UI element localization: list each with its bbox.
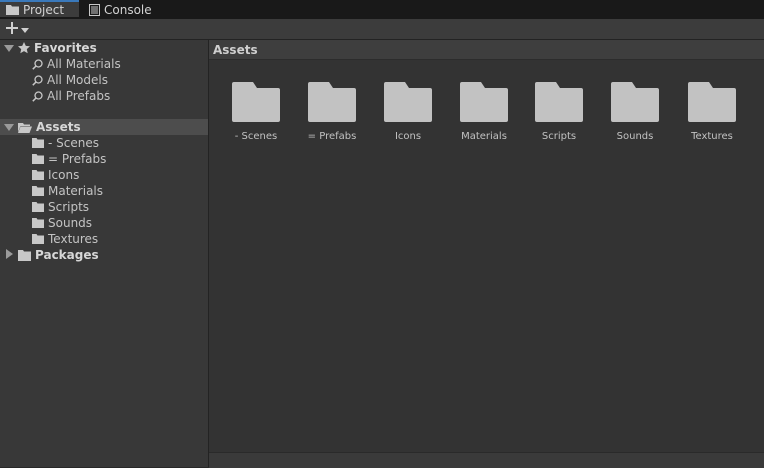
folder-icon <box>682 80 742 125</box>
folder-tile[interactable]: Materials <box>454 80 514 142</box>
breadcrumb[interactable]: Assets <box>209 40 764 60</box>
tab-console-label: Console <box>104 2 152 17</box>
folder-tile[interactable]: - Scenes <box>226 80 286 142</box>
folder-icon <box>32 202 44 212</box>
favorite-item[interactable]: All Materials <box>32 56 121 72</box>
tab-project-label: Project <box>23 2 65 17</box>
asset-folder-item[interactable]: Materials <box>32 183 103 199</box>
folder-icon <box>32 234 44 244</box>
folder-tile-label: Icons <box>394 131 422 142</box>
packages-row[interactable]: Packages <box>0 247 208 263</box>
asset-folder-label: Icons <box>48 168 80 182</box>
collapse-arrow-icon[interactable] <box>6 248 13 262</box>
favorites-label: Favorites <box>34 41 97 55</box>
favorite-item[interactable]: All Models <box>32 72 108 88</box>
asset-folder-item[interactable]: Sounds <box>32 215 92 231</box>
add-asset-button[interactable] <box>6 21 34 37</box>
favorites-row[interactable]: Favorites <box>0 40 208 56</box>
favorite-item-label: All Prefabs <box>47 89 111 103</box>
folder-icon <box>226 80 286 125</box>
console-icon <box>89 3 100 16</box>
window-tab-bar: Project Console <box>0 0 764 19</box>
folder-icon <box>605 80 665 125</box>
folder-icon <box>32 138 44 148</box>
folder-icon <box>529 80 589 125</box>
folder-icon <box>32 186 44 196</box>
folder-tile[interactable]: Icons <box>378 80 438 142</box>
asset-folder-item[interactable]: Textures <box>32 231 98 247</box>
folder-tile-label: Materials <box>461 131 507 142</box>
folder-icon <box>18 249 31 261</box>
folder-icon <box>32 154 44 164</box>
folder-icon <box>32 170 44 180</box>
packages-label: Packages <box>35 248 99 262</box>
asset-folder-label: Scripts <box>48 200 90 214</box>
expand-arrow-icon[interactable] <box>4 41 14 55</box>
assets-label: Assets <box>36 120 81 134</box>
asset-folder-label: = Prefabs <box>48 152 107 166</box>
folder-tile-label: Textures <box>691 131 733 142</box>
asset-folder-label: Materials <box>48 184 104 198</box>
asset-folder-item[interactable]: = Prefabs <box>32 151 106 167</box>
search-icon <box>32 74 43 86</box>
favorite-item-label: All Materials <box>47 57 121 71</box>
folder-tile[interactable]: Sounds <box>605 80 665 142</box>
folder-icon <box>302 80 362 125</box>
folder-icon <box>32 218 44 228</box>
plus-icon <box>6 21 18 37</box>
folder-icon <box>454 80 514 125</box>
tab-project[interactable]: Project <box>0 0 79 17</box>
status-bar <box>209 452 764 468</box>
assets-row[interactable]: Assets <box>0 119 208 135</box>
folder-icon <box>6 4 19 15</box>
asset-folder-label: Textures <box>48 232 99 246</box>
asset-folder-label: Sounds <box>48 216 93 230</box>
chevron-down-icon <box>21 22 29 36</box>
project-tree-panel: Favorites All Materials All Models All P… <box>0 40 209 467</box>
tab-console[interactable]: Console <box>89 0 152 19</box>
asset-folder-label: - Scenes <box>48 136 99 150</box>
favorite-item[interactable]: All Prefabs <box>32 88 110 104</box>
folder-tile-label: - Scenes <box>234 131 278 142</box>
folder-icon <box>378 80 438 125</box>
folder-tile-label: = Prefabs <box>307 131 357 142</box>
folder-tile-label: Scripts <box>541 131 577 142</box>
folder-tile[interactable]: Scripts <box>529 80 589 142</box>
asset-grid-panel: Assets - Scenes = Prefabs Icons Material… <box>209 40 764 467</box>
folder-tile[interactable]: Textures <box>682 80 742 142</box>
asset-folder-item[interactable]: - Scenes <box>32 135 99 151</box>
star-icon <box>18 42 30 54</box>
asset-folder-item[interactable]: Scripts <box>32 199 89 215</box>
folder-tile[interactable]: = Prefabs <box>302 80 362 142</box>
search-icon <box>32 90 43 102</box>
breadcrumb-assets[interactable]: Assets <box>213 43 258 57</box>
folder-tile-label: Sounds <box>616 131 654 142</box>
favorite-item-label: All Models <box>47 73 108 87</box>
search-icon <box>32 58 43 70</box>
asset-folder-item[interactable]: Icons <box>32 167 79 183</box>
project-toolbar <box>0 19 764 40</box>
open-folder-icon <box>18 122 32 133</box>
expand-arrow-icon[interactable] <box>4 120 14 134</box>
